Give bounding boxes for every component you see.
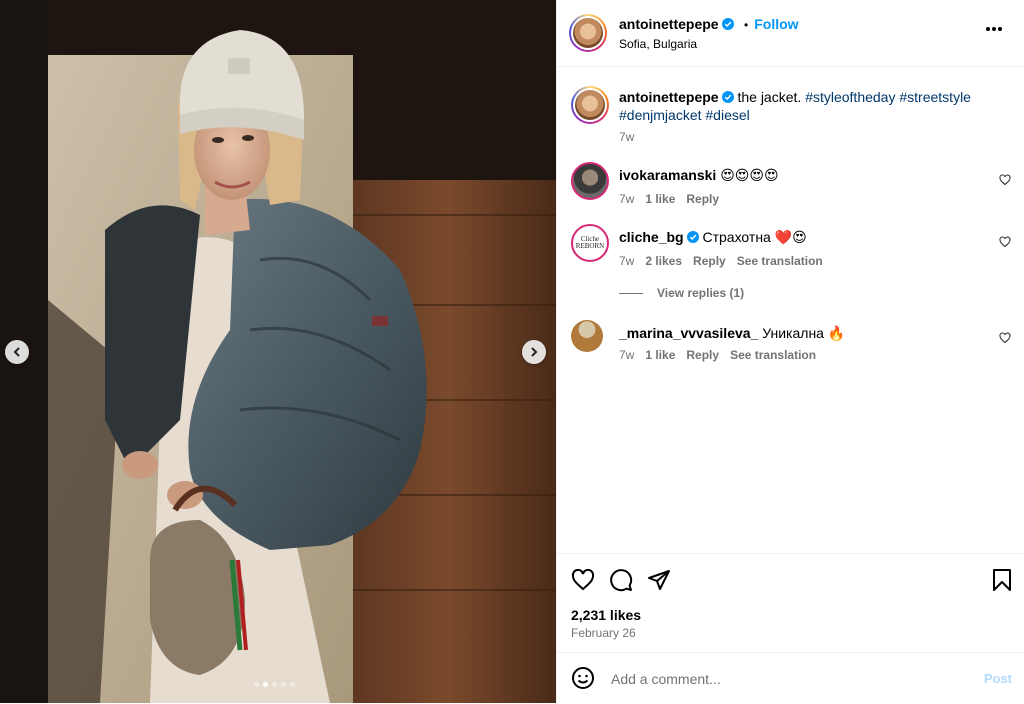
- comment-username[interactable]: ivokaramanski: [619, 167, 716, 183]
- bookmark-icon[interactable]: [991, 568, 1013, 592]
- hashtag[interactable]: #diesel: [705, 107, 749, 123]
- comment-text: ivokaramanski 😍😍😍😍: [619, 166, 779, 184]
- verified-badge-icon: [721, 18, 734, 30]
- comment-input[interactable]: [609, 667, 973, 691]
- comment: ivokaramanski 😍😍😍😍 7w 1 like Reply: [571, 162, 1011, 206]
- comment-avatar[interactable]: [571, 320, 603, 352]
- comment-likes[interactable]: 1 like: [645, 192, 675, 206]
- heart-icon[interactable]: [999, 332, 1011, 344]
- hashtag[interactable]: #styleoftheday: [805, 89, 895, 105]
- comment-body: Страхотна ❤️😍: [702, 229, 807, 245]
- verified-badge-icon: [721, 91, 734, 103]
- previous-image-button[interactable]: [5, 340, 29, 364]
- carousel-indicator: [254, 682, 295, 687]
- comment-avatar[interactable]: [571, 162, 609, 200]
- verified-badge-icon: [686, 231, 699, 243]
- add-comment-bar: Post: [557, 652, 1024, 704]
- caption-username[interactable]: antoinettepepe: [619, 89, 719, 105]
- post-header: antoinettepepe • Follow Sofia, Bulgaria: [557, 0, 1024, 67]
- heart-icon[interactable]: [571, 568, 595, 592]
- comment-meta: 7w 1 like Reply See translation: [619, 348, 816, 362]
- caption-avatar[interactable]: [571, 86, 609, 124]
- view-replies[interactable]: View replies (1): [619, 286, 744, 300]
- see-translation-button[interactable]: See translation: [730, 348, 816, 362]
- caption-time[interactable]: 7w: [619, 130, 634, 144]
- carousel-dot: [281, 682, 286, 687]
- comment-meta: 7w 1 like Reply: [619, 192, 719, 206]
- comment: _marina_vvvasileva_ Уникална 🔥 7w 1 like…: [571, 320, 1011, 364]
- comment-time[interactable]: 7w: [619, 192, 634, 206]
- comment: Cliche REBORN cliche_bg Страхотна ❤️😍 7w…: [571, 224, 1011, 268]
- view-replies-label[interactable]: View replies (1): [657, 286, 744, 300]
- avatar-logo-text: Cliche REBORN: [575, 235, 605, 250]
- share-icon[interactable]: [647, 568, 671, 592]
- heart-icon[interactable]: [999, 174, 1011, 186]
- comment-username[interactable]: cliche_bg: [619, 229, 684, 245]
- author-username[interactable]: antoinettepepe: [619, 16, 719, 32]
- comment-likes[interactable]: 1 like: [645, 348, 675, 362]
- comment-meta: 7w 2 likes Reply See translation: [619, 254, 823, 268]
- see-translation-button[interactable]: See translation: [737, 254, 823, 268]
- next-image-button[interactable]: [522, 340, 546, 364]
- chevron-right-icon: [531, 347, 538, 357]
- heart-icon[interactable]: [999, 236, 1011, 248]
- carousel-dot: [290, 682, 295, 687]
- likes-count[interactable]: 2,231 likes: [571, 607, 641, 623]
- follow-button[interactable]: Follow: [754, 16, 798, 32]
- post-actions: 2,231 likes February 26: [557, 553, 1024, 654]
- comment-icon[interactable]: [609, 568, 633, 592]
- hashtag[interactable]: #streetstyle: [899, 89, 971, 105]
- comment-text: cliche_bg Страхотна ❤️😍: [619, 228, 807, 246]
- emoji-icon[interactable]: [571, 666, 595, 690]
- post-photo: [0, 0, 556, 703]
- post-comment-button[interactable]: Post: [984, 671, 1012, 686]
- hashtag[interactable]: #denjmjacket: [619, 107, 702, 123]
- post-details-panel: antoinettepepe • Follow Sofia, Bulgaria a…: [556, 0, 1024, 703]
- author-avatar[interactable]: [569, 14, 607, 52]
- post-date[interactable]: February 26: [571, 626, 636, 640]
- caption-body: the jacket.: [737, 89, 802, 105]
- caption-text: antoinettepepe the jacket. #styleoftheda…: [619, 88, 999, 124]
- carousel-dot: [254, 682, 259, 687]
- post-image-carousel[interactable]: [0, 0, 556, 703]
- carousel-dot: [272, 682, 277, 687]
- post-location[interactable]: Sofia, Bulgaria: [619, 37, 799, 51]
- reply-button[interactable]: Reply: [686, 348, 719, 362]
- reply-button[interactable]: Reply: [686, 192, 719, 206]
- instagram-post-dialog: antoinettepepe • Follow Sofia, Bulgaria a…: [0, 0, 1024, 703]
- separator-dot: •: [744, 18, 749, 32]
- reply-button[interactable]: Reply: [693, 254, 726, 268]
- comment-body: 😍😍😍😍: [720, 167, 779, 183]
- more-options-icon[interactable]: [985, 26, 1003, 32]
- replies-divider: [619, 292, 643, 294]
- comment-text: _marina_vvvasileva_ Уникална 🔥: [619, 324, 845, 342]
- comment-time[interactable]: 7w: [619, 254, 634, 268]
- comment-avatar[interactable]: Cliche REBORN: [571, 224, 609, 262]
- chevron-left-icon: [13, 347, 20, 357]
- comment-likes[interactable]: 2 likes: [645, 254, 682, 268]
- comment-username[interactable]: _marina_vvvasileva_: [619, 325, 758, 341]
- comment-body: Уникална 🔥: [762, 325, 846, 341]
- author-info: antoinettepepe • Follow Sofia, Bulgaria: [619, 16, 799, 51]
- comment-time[interactable]: 7w: [619, 348, 634, 362]
- carousel-dot: [263, 682, 268, 687]
